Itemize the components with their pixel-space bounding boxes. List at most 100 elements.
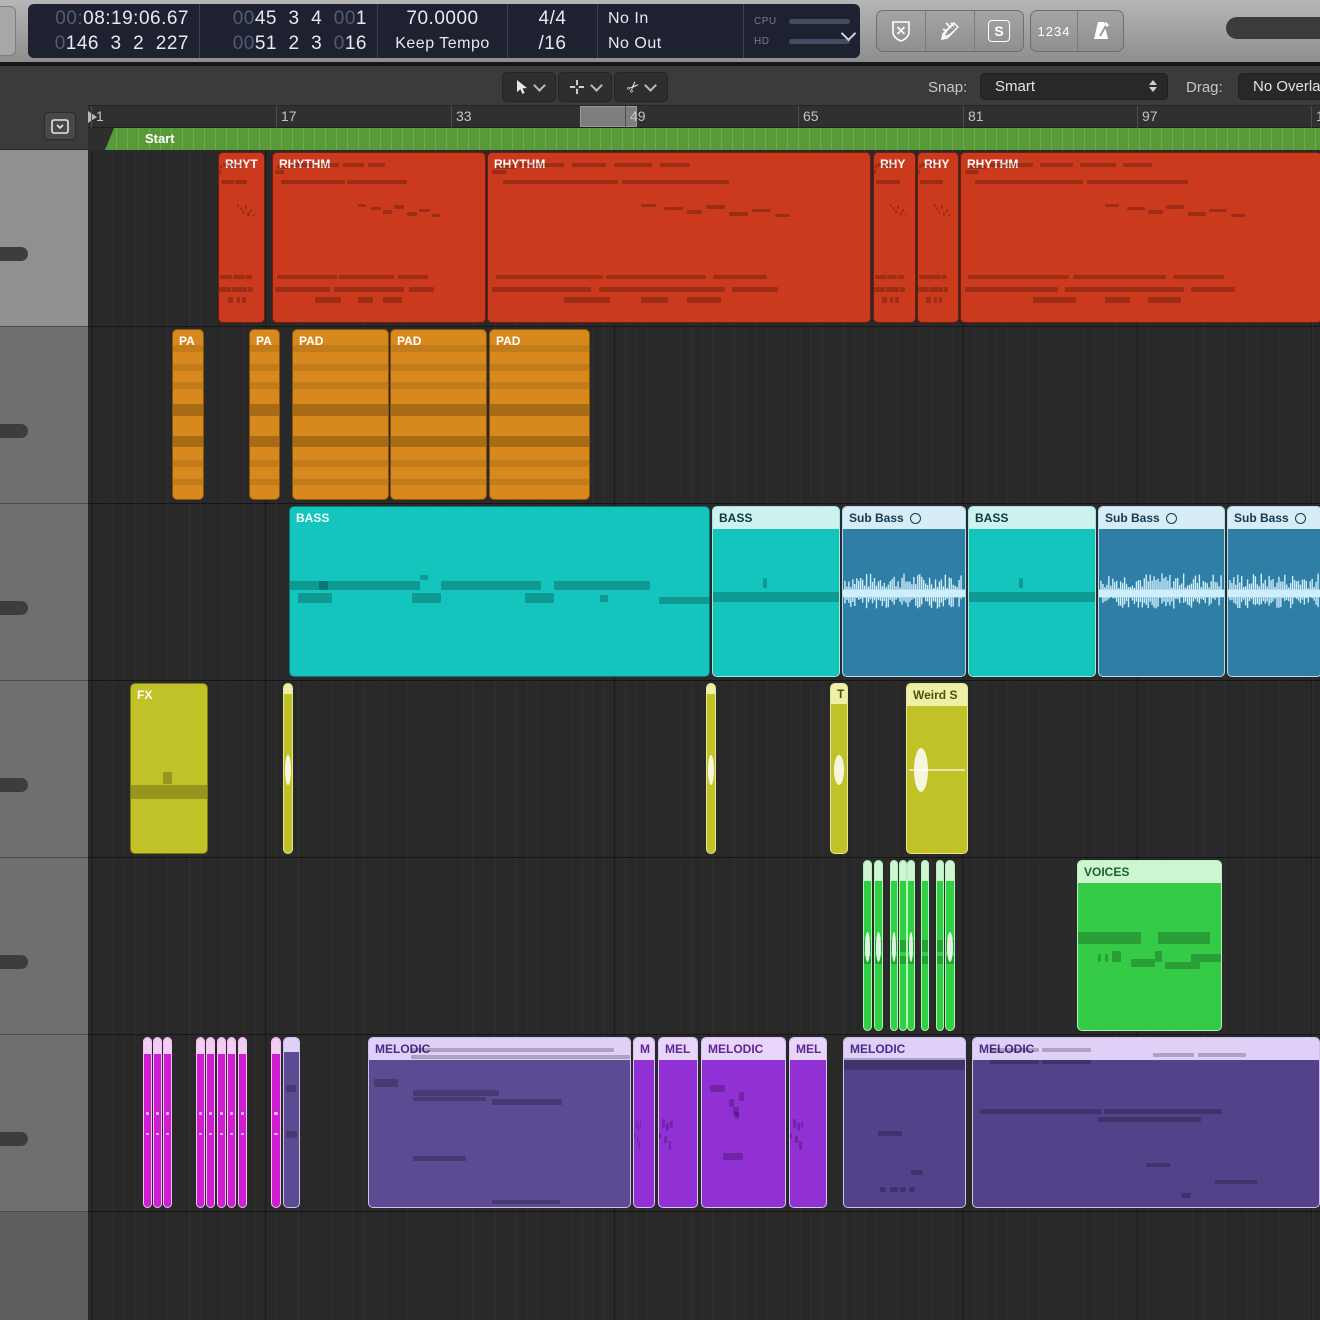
region-rhythm[interactable]: RHYTHM [487, 152, 871, 323]
region-clip[interactable] [163, 1037, 172, 1208]
region-label: M [640, 1042, 650, 1056]
lcd-io[interactable]: No InNo Out [598, 4, 744, 58]
track-header-column [0, 150, 88, 1320]
region-clip[interactable] [706, 683, 716, 854]
lcd[interactable]: 00:08:19:06.670146 3 2 2270045 3 4 00100… [28, 4, 860, 58]
region-clip[interactable] [921, 860, 929, 1031]
region-rhy[interactable]: RHY [873, 152, 916, 323]
drag-select[interactable]: No Overlap [1238, 73, 1320, 100]
scissors-tool-menu[interactable]: ✂ [614, 72, 668, 102]
region-voices[interactable]: VOICES [1077, 860, 1222, 1031]
track-header-config-button[interactable] [44, 112, 76, 140]
region-pa[interactable]: PA [172, 329, 204, 500]
region-melodic[interactable]: MELODIC [843, 1037, 966, 1208]
lcd-tempo[interactable]: 70.0000Keep Tempo [378, 4, 508, 58]
count-in-button[interactable]: 1234 [1031, 11, 1078, 51]
region-pad[interactable]: PAD [489, 329, 590, 500]
region-sub-bass[interactable]: Sub Bass [842, 506, 966, 677]
bar-ruler[interactable]: 1173349658197113 [88, 106, 1320, 128]
track-header-4[interactable] [0, 681, 88, 858]
solo-button[interactable]: S [975, 11, 1023, 51]
region-rhythm[interactable]: RHYTHM [960, 152, 1320, 323]
region-melodic[interactable]: MELODIC [368, 1037, 631, 1208]
region-sub-bass[interactable]: Sub Bass [1098, 506, 1225, 677]
region-label: VOICES [1084, 865, 1129, 879]
loop-icon [1295, 513, 1306, 524]
region-rhythm[interactable]: RHYTHM [272, 152, 486, 323]
region-mel[interactable]: MEL [658, 1037, 698, 1208]
region-pad[interactable]: PAD [390, 329, 487, 500]
ruler-tick-label: 113 [1316, 108, 1320, 124]
region-pad[interactable]: PAD [292, 329, 389, 500]
region-clip[interactable] [143, 1037, 152, 1208]
lcd-signature[interactable]: 4/4/16 [508, 4, 598, 58]
waveform-blob [834, 755, 844, 785]
waveform-blob [892, 932, 896, 962]
chevron-down-icon [644, 79, 657, 92]
track-color-pill [0, 778, 28, 792]
region-clip[interactable] [206, 1037, 215, 1208]
region-bass[interactable]: BASS [289, 506, 710, 677]
loop-icon [910, 513, 921, 524]
region-weird-s[interactable]: Weird S [906, 683, 968, 854]
master-volume-slider[interactable] [1226, 17, 1320, 39]
control-bar-left-button[interactable] [0, 6, 16, 56]
pointer-tool-menu[interactable] [502, 72, 556, 102]
region-bass[interactable]: BASS [712, 506, 840, 677]
region-clip[interactable] [217, 1037, 226, 1208]
region-clip[interactable] [907, 860, 915, 1031]
region-clip[interactable] [196, 1037, 205, 1208]
region-rhyt[interactable]: RHYT [218, 152, 265, 323]
region-melodic[interactable]: MELODIC [972, 1037, 1320, 1208]
lcd-position[interactable]: 00:08:19:06.670146 3 2 227 [28, 4, 200, 58]
waveform-blob [909, 932, 913, 962]
control-bar: 00:08:19:06.670146 3 2 2270045 3 4 00100… [0, 0, 1320, 62]
region-clip[interactable] [890, 860, 898, 1031]
lcd-locators[interactable]: 0045 3 4 0010051 2 3 016 [200, 4, 378, 58]
count-in-label: 1234 [1038, 24, 1071, 39]
track-header-1[interactable] [0, 150, 88, 327]
track-header-5[interactable] [0, 858, 88, 1035]
cycle-region[interactable] [580, 106, 637, 127]
tuner-button[interactable] [926, 11, 975, 51]
region-t[interactable]: T [830, 683, 848, 854]
region-clip[interactable] [153, 1037, 162, 1208]
region-clip[interactable] [863, 860, 872, 1031]
region-clip[interactable] [227, 1037, 236, 1208]
region-clip[interactable] [283, 1037, 300, 1208]
region-melodic[interactable]: MELODIC [701, 1037, 786, 1208]
region-mel[interactable]: MEL [789, 1037, 827, 1208]
region-clip[interactable] [874, 860, 883, 1031]
drag-value: No Overlap [1253, 78, 1320, 95]
track-color-pill [0, 247, 28, 261]
region-label: Sub Bass [1234, 511, 1289, 525]
region-rhy[interactable]: RHY [917, 152, 959, 323]
track-color-pill [0, 1132, 28, 1146]
solo-off-button[interactable] [877, 11, 926, 51]
region-pa[interactable]: PA [249, 329, 280, 500]
track-header-6[interactable] [0, 1035, 88, 1212]
track-header-2[interactable] [0, 327, 88, 504]
waveform-blob [876, 932, 881, 962]
region-clip[interactable] [283, 683, 293, 854]
region-m[interactable]: M [633, 1037, 655, 1208]
arrangement-marker-start[interactable]: Start [105, 128, 1320, 150]
marquee-tool-menu[interactable] [558, 72, 612, 102]
metronome-button[interactable] [1078, 11, 1123, 51]
region-clip[interactable] [899, 860, 907, 1031]
ruler-tick-label: 17 [281, 108, 297, 124]
chevron-down-icon [533, 79, 546, 92]
region-bass[interactable]: BASS [968, 506, 1096, 677]
track-header-3[interactable] [0, 504, 88, 681]
solo-button-label: S [988, 20, 1010, 42]
meter-bar [789, 39, 850, 44]
tracks-area[interactable]: RHYTRHYTHMRHYTHMRHYRHYRHYTHMPAPAPADPADPA… [88, 150, 1320, 1320]
region-clip[interactable] [945, 860, 955, 1031]
waveform-blob [708, 755, 714, 785]
region-fx[interactable]: FX [130, 683, 208, 854]
region-clip[interactable] [936, 860, 944, 1031]
region-clip[interactable] [271, 1037, 281, 1208]
region-sub-bass[interactable]: Sub Bass [1227, 506, 1320, 677]
snap-select[interactable]: Smart [980, 73, 1168, 100]
region-clip[interactable] [238, 1037, 247, 1208]
